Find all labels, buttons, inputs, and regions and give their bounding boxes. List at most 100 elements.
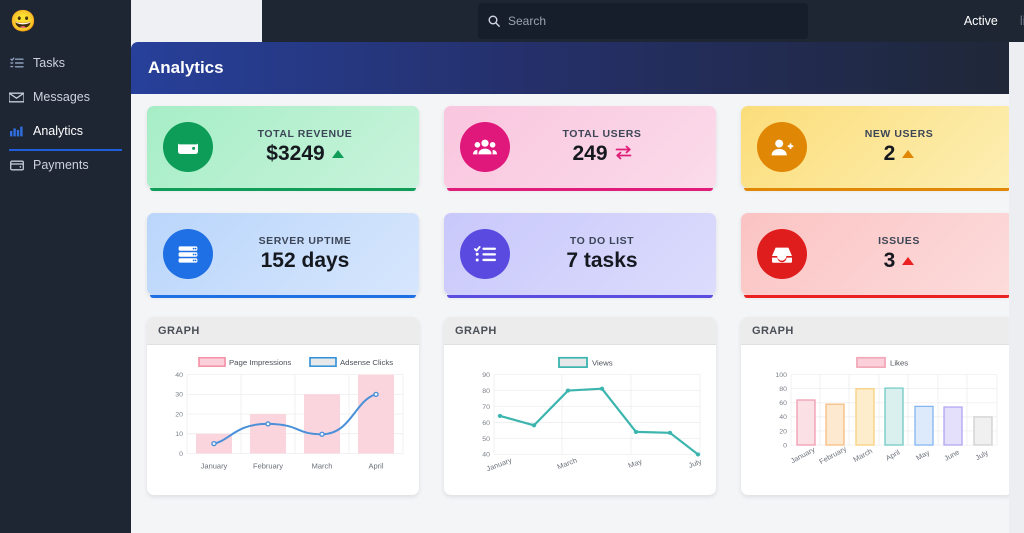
svg-text:30: 30 <box>175 392 183 399</box>
stat-value-row: 152 days <box>213 249 397 273</box>
legend-label-views: Views <box>592 359 613 368</box>
bar-january <box>796 399 816 446</box>
svg-text:60: 60 <box>482 420 490 427</box>
stat-label: TO DO LIST <box>569 235 635 247</box>
stat-value-row: 2 <box>807 142 991 166</box>
svg-text:April: April <box>368 462 383 471</box>
envelope-icon <box>9 90 24 104</box>
list-check-icon <box>9 56 24 70</box>
stat-value-row: 249 <box>510 142 694 166</box>
wallet-icon <box>163 122 213 172</box>
inbox-icon <box>757 229 807 279</box>
legend-label-page-impressions: Page Impressions <box>229 358 292 367</box>
svg-text:80: 80 <box>482 388 490 395</box>
sidebar-item-tasks[interactable]: Tasks <box>0 46 131 80</box>
stat-card-total-users[interactable]: TOTAL USERS 249 <box>444 106 716 191</box>
sidebar-item-label: Messages <box>33 90 90 104</box>
exchange-arrows-icon <box>615 142 632 166</box>
grinning-face-emoji: 😀 <box>10 10 37 33</box>
bar-april <box>884 387 904 446</box>
graph-header: GRAPH <box>444 317 716 345</box>
svg-text:February: February <box>253 462 283 471</box>
stat-label: ISSUES <box>878 235 920 247</box>
stat-text: TO DO LIST 7 tasks <box>510 235 716 273</box>
svg-text:60: 60 <box>779 400 787 407</box>
stat-value: 2 <box>883 142 896 165</box>
trend-up-icon <box>902 257 915 265</box>
nav-link-disabled[interactable]: link <box>1020 14 1024 28</box>
graph-card-grid: GRAPH Page Impressions Adsense Clicks 40 <box>131 295 1013 495</box>
stat-label: NEW USERS <box>864 128 934 140</box>
svg-text:January: January <box>789 445 817 465</box>
stat-card-issues[interactable]: ISSUES 3 <box>741 213 1013 298</box>
sidebar-item-label: Analytics <box>33 124 84 138</box>
stat-value: 249 <box>572 142 608 165</box>
stat-label: TOTAL USERS <box>562 128 642 140</box>
svg-text:40: 40 <box>175 372 183 379</box>
bar-june <box>943 406 963 446</box>
page-title: Analytics <box>148 58 224 77</box>
svg-text:July: July <box>687 457 703 470</box>
sidebar-item-messages[interactable]: Messages <box>0 80 131 114</box>
bar-april <box>358 374 394 454</box>
graph-title: GRAPH <box>455 324 497 337</box>
svg-text:July: July <box>974 448 991 462</box>
svg-text:100: 100 <box>775 372 787 379</box>
graph-header: GRAPH <box>741 317 1013 345</box>
sidebar: 😀 Tasks Messages Analytics Payments <box>0 0 131 533</box>
sidebar-nav: Tasks Messages Analytics Payments <box>0 40 131 182</box>
page-header: Analytics <box>131 42 1009 94</box>
chart-combo-bar-line[interactable]: Page Impressions Adsense Clicks 40 30 20… <box>147 345 419 495</box>
chart-bar-likes[interactable]: Likes 100 80 60 40 20 0 January February… <box>741 345 1013 495</box>
stat-value: 7 tasks <box>566 249 638 272</box>
stat-card-todo-list[interactable]: TO DO LIST 7 tasks <box>444 213 716 298</box>
sidebar-item-payments[interactable]: Payments <box>0 148 131 182</box>
stat-text: TOTAL USERS 249 <box>510 128 716 166</box>
tasks-list-icon <box>460 229 510 279</box>
legend-label-adsense-clicks: Adsense Clicks <box>340 358 393 367</box>
svg-text:May: May <box>627 457 644 470</box>
stat-value: 152 days <box>260 249 350 272</box>
nav-link-active[interactable]: Active <box>964 14 998 28</box>
stat-label: SERVER UPTIME <box>258 235 352 247</box>
stat-value: 3 <box>883 249 896 272</box>
bar-chart-icon <box>9 124 24 138</box>
chart-line-views[interactable]: Views 90 80 70 60 50 40 January March Ma… <box>444 345 716 495</box>
trend-up-icon <box>902 150 915 158</box>
svg-text:10: 10 <box>175 431 183 438</box>
svg-text:50: 50 <box>482 436 490 443</box>
svg-text:March: March <box>851 446 874 463</box>
svg-text:40: 40 <box>482 452 490 459</box>
bar-march <box>304 394 340 454</box>
svg-text:40: 40 <box>779 414 787 421</box>
svg-text:0: 0 <box>179 451 183 458</box>
svg-text:January: January <box>201 462 228 471</box>
search-icon <box>488 15 500 27</box>
brand-logo[interactable]: 😀 <box>0 0 131 40</box>
stat-text: ISSUES 3 <box>807 235 1013 273</box>
users-icon <box>460 122 510 172</box>
dashboard-app: 😀 Tasks Messages Analytics Payments Sear… <box>0 0 1024 533</box>
page-right-gutter <box>1009 42 1024 533</box>
stat-card-grid: TOTAL REVENUE $3249 TOTAL USERS 249 NEW … <box>131 106 1013 298</box>
stat-label: TOTAL REVENUE <box>257 128 353 140</box>
stat-value-row: 7 tasks <box>510 249 694 273</box>
graph-title: GRAPH <box>752 324 794 337</box>
stat-card-total-revenue[interactable]: TOTAL REVENUE $3249 <box>147 106 419 191</box>
server-icon <box>163 229 213 279</box>
svg-text:90: 90 <box>482 372 490 379</box>
stat-card-new-users[interactable]: NEW USERS 2 <box>741 106 1013 191</box>
search-box[interactable] <box>478 3 808 39</box>
search-input[interactable] <box>508 11 798 31</box>
graph-title: GRAPH <box>158 324 200 337</box>
stat-card-server-uptime[interactable]: SERVER UPTIME 152 days <box>147 213 419 298</box>
svg-text:March: March <box>312 462 333 471</box>
svg-text:70: 70 <box>482 404 490 411</box>
topbar-nav: Active link 🤖 Hi, User ▾ <box>964 14 1024 29</box>
stat-value-row: $3249 <box>213 142 397 166</box>
svg-text:April: April <box>884 448 902 463</box>
svg-text:May: May <box>914 448 931 462</box>
svg-text:June: June <box>942 448 961 463</box>
topbar: Active link 🤖 Hi, User ▾ <box>262 0 1024 42</box>
sidebar-item-analytics[interactable]: Analytics <box>0 114 131 151</box>
